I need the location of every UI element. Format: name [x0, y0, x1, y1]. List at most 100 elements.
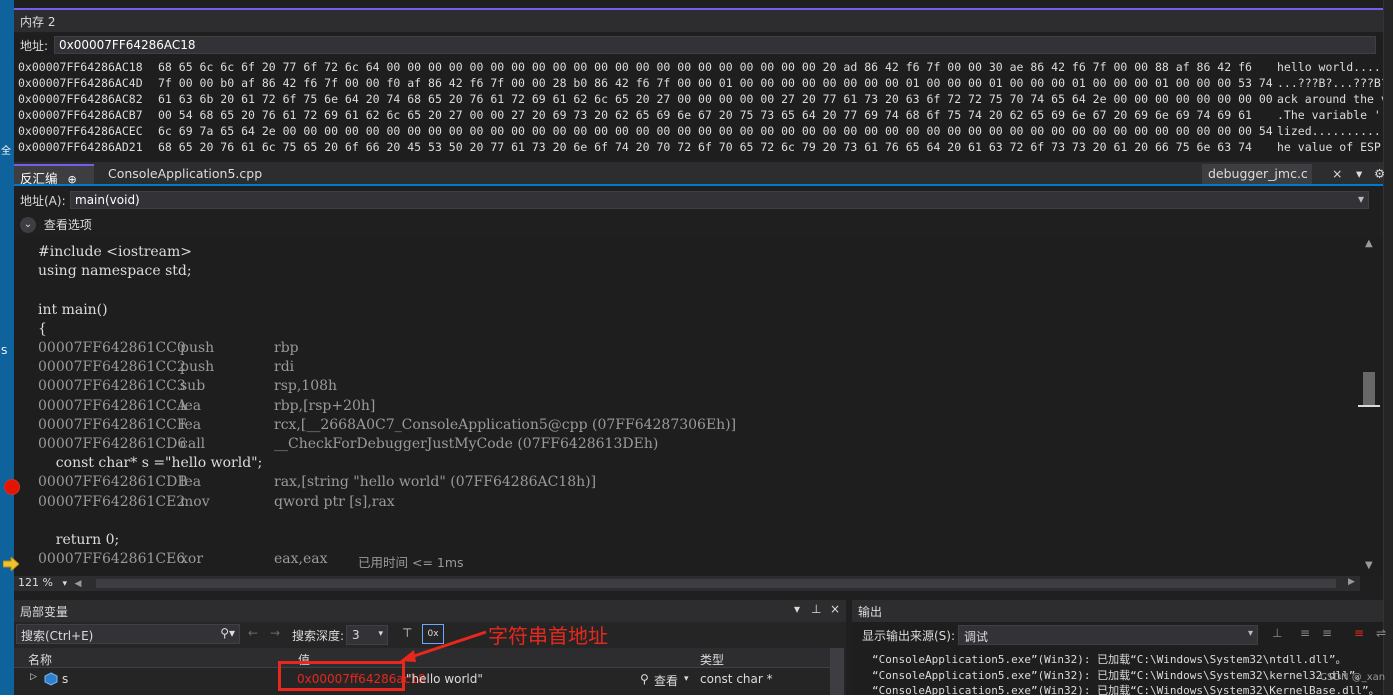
asm-operands: eax,eax — [274, 551, 328, 568]
asm-opcode: call — [180, 436, 206, 452]
document-tabstrip: 反汇编 ⊕ × ConsoleApplication5.cpp debugger… — [14, 162, 1385, 202]
search-icon[interactable]: ⚲▾ — [220, 626, 235, 640]
asm-address: 00007FF642861CD6 — [38, 436, 187, 452]
asm-opcode: sub — [180, 378, 206, 395]
chevron-down-icon: ▾ — [1247, 628, 1253, 639]
search-icon[interactable]: ⚲ — [640, 672, 649, 686]
disasm-address-label: 地址(A): — [20, 194, 66, 208]
disassembly-code-area[interactable]: #include <iostream> using namespace std; i… — [14, 236, 1360, 576]
source-line[interactable]: int main() — [38, 302, 108, 321]
left-side-strip: 全 S — [0, 0, 14, 695]
scroll-down-icon[interactable]: ▼ — [1365, 560, 1373, 571]
left-strip-label-b: S — [1, 346, 8, 357]
asm-address: 00007FF642861CC3 — [38, 378, 186, 395]
output-source-label: 显示输出来源(S): — [862, 629, 956, 643]
chevron-down-icon[interactable]: ▾ — [62, 579, 67, 589]
gear-icon[interactable]: ⚙ — [1368, 164, 1391, 184]
memory-address-input[interactable]: 0x00007FF64286AC18 — [54, 36, 1376, 54]
expand-icon[interactable]: ▷ — [30, 672, 37, 682]
source-line[interactable]: { — [38, 321, 47, 340]
close-icon[interactable]: × — [1326, 164, 1344, 184]
asm-address: 00007FF642861CCA — [38, 397, 187, 414]
asm-address: 00007FF642861CC2 — [38, 359, 186, 376]
breakpoint-icon[interactable] — [4, 479, 20, 495]
disasm-address-value: main(void) — [75, 193, 140, 207]
column-name[interactable]: 名称 — [28, 651, 52, 668]
word-wrap-icon[interactable]: ⇌ — [1376, 626, 1386, 640]
chevron-down-icon: ▾ — [1357, 192, 1364, 206]
asm-operands: rbp — [274, 340, 299, 356]
scroll-up-icon[interactable]: ▲ — [1365, 238, 1373, 249]
align-right-icon[interactable]: ≡ — [1322, 626, 1332, 640]
scroll-right-icon[interactable]: ▶ — [1348, 577, 1355, 587]
asm-opcode: lea — [180, 474, 202, 491]
locals-search-input[interactable]: 搜索(Ctrl+E) ⚲▾ — [16, 624, 240, 644]
output-title-label: 输出 — [858, 605, 883, 619]
annotation-label: 字符串首地址 — [488, 624, 608, 648]
tab-source-file[interactable]: ConsoleApplication5.cpp — [102, 164, 302, 184]
search-depth-select[interactable]: 3 ▾ — [346, 625, 388, 645]
locals-search-placeholder: 搜索(Ctrl+E) — [21, 629, 94, 643]
watermark: CSDN @_xan — [1320, 672, 1386, 683]
search-depth-value: 3 — [352, 628, 360, 642]
output-line: “ConsoleApplication5.exe”(Win32): 已加载“C:… — [872, 653, 1347, 666]
view-options-toggle[interactable]: ⌄ 查看选项 — [14, 213, 1383, 235]
output-source-select[interactable]: 调试 ▾ — [958, 625, 1258, 645]
tab-debugger-jmc[interactable]: debugger_jmc.c — [1202, 164, 1312, 184]
view-options-label: 查看选项 — [43, 218, 92, 232]
disasm-address-bar: 地址(A): main(void) ▾ — [14, 188, 1383, 212]
instruction-pointer-arrow-icon — [3, 557, 19, 571]
locals-panel-title: 局部变量 ▾ ⊥ × — [14, 600, 846, 622]
source-line[interactable]: #include <iostream> — [38, 244, 192, 263]
asm-address: 00007FF642861CCF — [38, 416, 187, 433]
code-horizontal-scrollbar[interactable] — [96, 579, 1336, 588]
view-button[interactable]: 查看 — [654, 672, 678, 689]
disasm-address-select[interactable]: main(void) ▾ — [70, 191, 1369, 209]
source-line[interactable]: const char* s ="hello world"; — [38, 455, 263, 474]
asm-opcode: lea — [180, 416, 202, 433]
asm-address: 00007FF642861CC0 — [38, 340, 186, 356]
memory-rows: 0x00007FF64286AC18 68 65 6c 6c 6f 20 77 6… — [14, 58, 1383, 158]
forward-arrow-icon[interactable]: → — [270, 626, 280, 640]
asm-operands: rsp,108h — [274, 378, 338, 395]
right-side-strip — [1383, 0, 1393, 695]
asm-opcode: push — [180, 359, 215, 376]
close-icon[interactable]: × — [830, 602, 840, 616]
output-line: “ConsoleApplication5.exe”(Win32): 已加载“C:… — [872, 684, 1380, 695]
clear-all-icon[interactable]: ≡ — [1354, 626, 1364, 640]
output-panel-title: 输出 — [852, 600, 1383, 622]
zoom-level[interactable]: 121 % — [18, 576, 53, 589]
source-line[interactable]: using namespace std; — [38, 263, 192, 282]
memory-window-title: 内存 2 — [14, 10, 1383, 32]
locals-title-label: 局部变量 — [20, 605, 69, 619]
table-row[interactable]: ▷ s 0x00007ff64286ac18 "hello world" ⚲ 查… — [14, 669, 830, 689]
search-depth-label: 搜索深度: — [292, 629, 345, 643]
scroll-position-marker — [1358, 405, 1380, 407]
column-type[interactable]: 类型 — [700, 651, 724, 668]
asm-operands: rax,[string "hello world" (07FF64286AC18… — [274, 474, 597, 491]
locals-scrollbar[interactable] — [830, 648, 844, 695]
align-left-icon[interactable]: ≡ — [1300, 626, 1310, 640]
pin-icon[interactable]: ⊕ — [68, 173, 77, 186]
local-var-name: s — [62, 672, 69, 686]
chevron-down-icon[interactable]: ▾ — [684, 674, 689, 684]
elapsed-time-note: 已用时间 <= 1ms — [358, 555, 464, 571]
variable-icon — [44, 672, 58, 686]
local-var-type: const char * — [700, 672, 773, 686]
source-line[interactable]: return 0; — [38, 532, 119, 551]
asm-operands: rdi — [274, 359, 295, 376]
asm-operands: rcx,[__2668A0C7_ConsoleApplication5@cpp … — [274, 416, 737, 433]
asm-opcode: lea — [180, 397, 202, 414]
tab-dropdown-icon[interactable]: ▾ — [1350, 164, 1368, 184]
find-message-icon[interactable]: ⊥ — [1272, 626, 1282, 640]
chevron-down-icon: ⌄ — [20, 216, 36, 233]
chevron-down-icon[interactable]: ▾ — [794, 602, 800, 616]
tab-disassembly[interactable]: 反汇编 ⊕ × — [14, 164, 94, 202]
back-arrow-icon[interactable]: ← — [248, 626, 258, 640]
scroll-thumb[interactable] — [1363, 372, 1375, 406]
pin-icon[interactable]: ⊥ — [811, 602, 821, 616]
asm-operands: qword ptr [s],rax — [274, 493, 395, 510]
scroll-left-icon[interactable]: ◀ — [74, 579, 81, 589]
memory-address-bar: 地址: 0x00007FF64286AC18 — [14, 34, 1383, 56]
asm-operands: __CheckForDebuggerJustMyCode (07FF642861… — [274, 436, 659, 452]
